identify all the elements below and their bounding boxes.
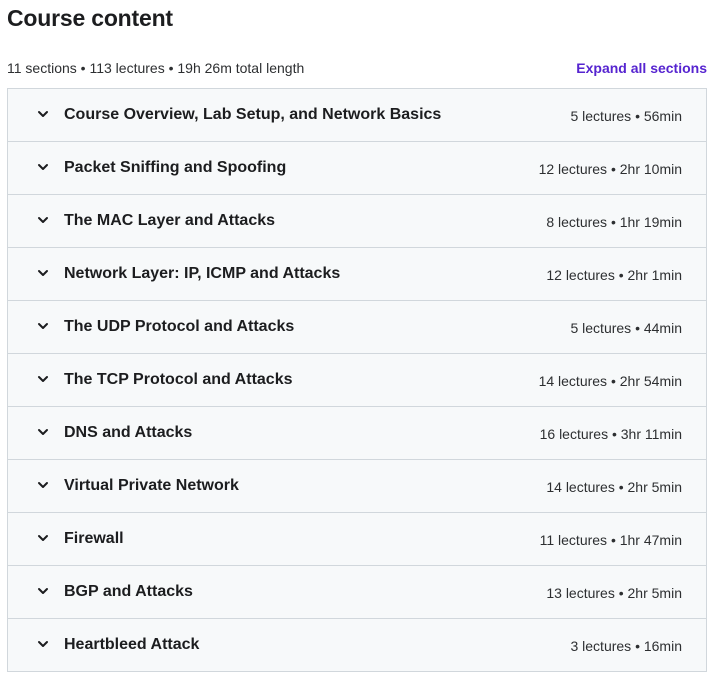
page-title: Course content	[7, 5, 173, 31]
chevron-down-icon	[35, 265, 51, 281]
section-title: The UDP Protocol and Attacks	[64, 318, 295, 335]
section-header[interactable]: Firewall 11 lectures • 1hr 47min	[8, 513, 706, 566]
section-header[interactable]: The UDP Protocol and Attacks 5 lectures …	[8, 301, 706, 354]
sections-list: Course Overview, Lab Setup, and Network …	[7, 88, 707, 672]
section-header[interactable]: The TCP Protocol and Attacks 14 lectures…	[8, 354, 706, 407]
section-title: Heartbleed Attack	[64, 636, 200, 653]
section-title: The MAC Layer and Attacks	[64, 212, 276, 229]
section-meta: 11 lectures • 1hr 47min	[539, 532, 682, 548]
section-title: BGP and Attacks	[64, 583, 193, 600]
section-header[interactable]: Heartbleed Attack 3 lectures • 16min	[8, 619, 706, 672]
section-title: The TCP Protocol and Attacks	[64, 371, 293, 388]
section-meta: 14 lectures • 2hr 5min	[546, 479, 682, 495]
expand-all-sections-button[interactable]: Expand all sections	[576, 58, 707, 78]
chevron-down-icon	[35, 212, 51, 228]
chevron-down-icon	[35, 318, 51, 334]
section-title: DNS and Attacks	[64, 424, 193, 441]
section-meta: 16 lectures • 3hr 11min	[539, 426, 682, 442]
section-title: Course Overview, Lab Setup, and Network …	[64, 106, 442, 123]
section-title: Packet Sniffing and Spoofing	[64, 159, 287, 176]
section-header[interactable]: The MAC Layer and Attacks 8 lectures • 1…	[8, 195, 706, 248]
section-header[interactable]: Course Overview, Lab Setup, and Network …	[8, 89, 706, 142]
section-meta: 5 lectures • 56min	[570, 108, 682, 124]
section-title: Firewall	[64, 530, 124, 547]
chevron-down-icon	[35, 106, 51, 122]
course-summary: 11 sections • 113 lectures • 19h 26m tot…	[7, 60, 305, 76]
section-title: Network Layer: IP, ICMP and Attacks	[64, 265, 341, 282]
section-header[interactable]: DNS and Attacks 16 lectures • 3hr 11min	[8, 407, 706, 460]
section-header[interactable]: BGP and Attacks 13 lectures • 2hr 5min	[8, 566, 706, 619]
chevron-down-icon	[35, 371, 51, 387]
chevron-down-icon	[35, 424, 51, 440]
chevron-down-icon	[35, 530, 51, 546]
section-meta: 12 lectures • 2hr 1min	[546, 267, 682, 283]
section-header[interactable]: Network Layer: IP, ICMP and Attacks 12 l…	[8, 248, 706, 301]
section-meta: 12 lectures • 2hr 10min	[538, 161, 682, 177]
section-header[interactable]: Virtual Private Network 14 lectures • 2h…	[8, 460, 706, 513]
chevron-down-icon	[35, 636, 51, 652]
section-meta: 13 lectures • 2hr 5min	[546, 585, 682, 601]
section-header[interactable]: Packet Sniffing and Spoofing 12 lectures…	[8, 142, 706, 195]
section-title: Virtual Private Network	[64, 477, 239, 494]
chevron-down-icon	[35, 583, 51, 599]
section-meta: 3 lectures • 16min	[570, 638, 682, 654]
section-meta: 5 lectures • 44min	[570, 320, 682, 336]
chevron-down-icon	[35, 159, 51, 175]
course-summary-row: 11 sections • 113 lectures • 19h 26m tot…	[7, 58, 707, 78]
section-meta: 8 lectures • 1hr 19min	[546, 214, 682, 230]
chevron-down-icon	[35, 477, 51, 493]
section-meta: 14 lectures • 2hr 54min	[538, 373, 682, 389]
